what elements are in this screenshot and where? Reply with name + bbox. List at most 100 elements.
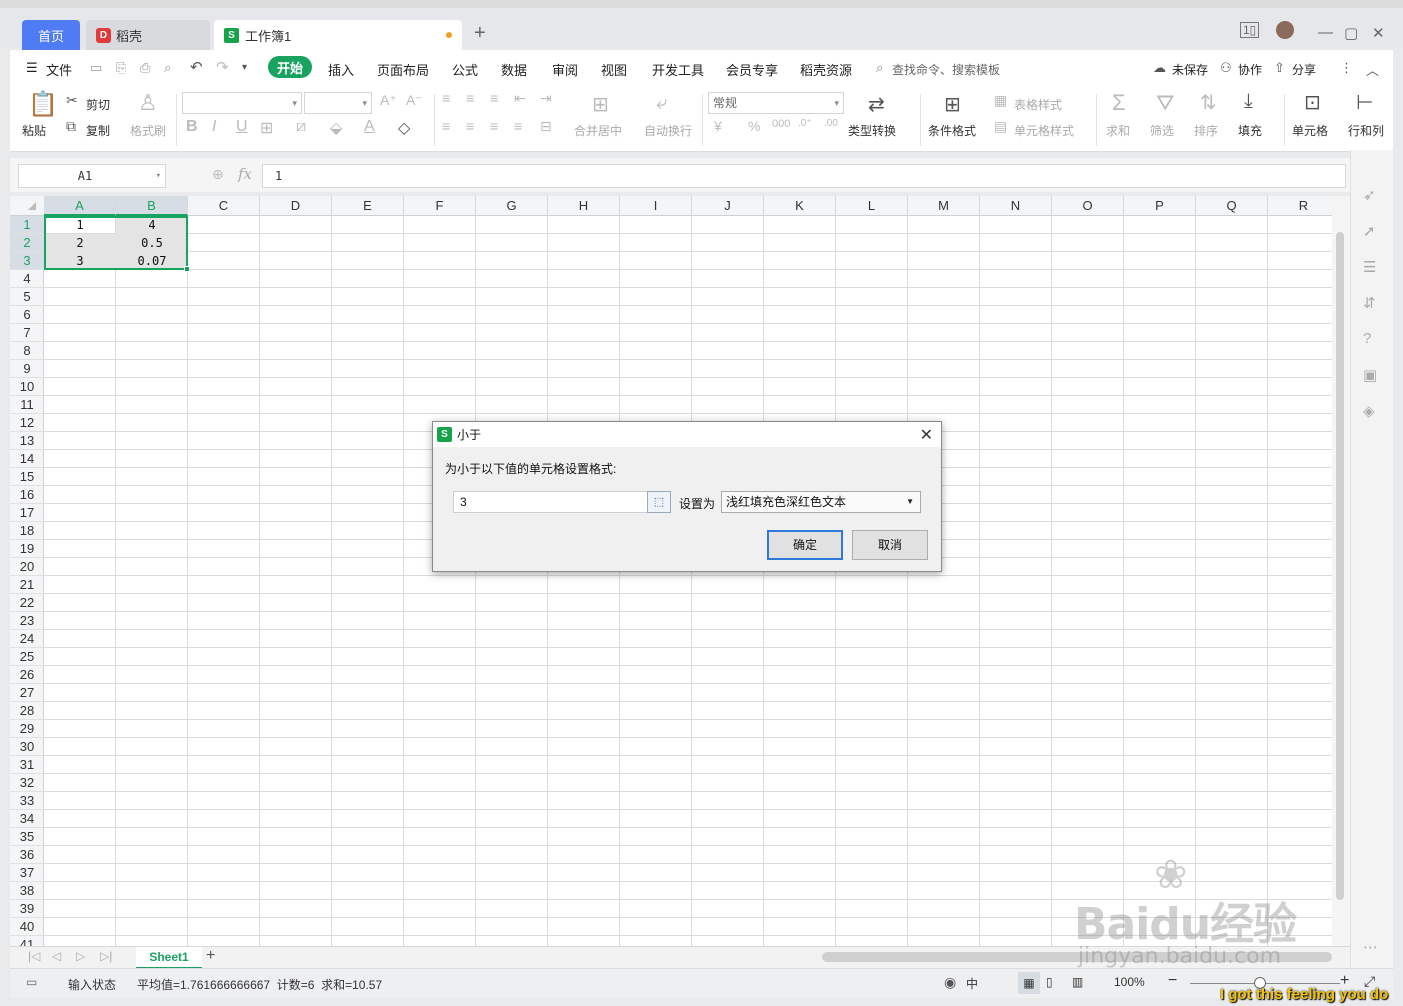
- help-icon[interactable]: ?: [1363, 330, 1371, 347]
- font-color-icon[interactable]: A: [364, 118, 375, 136]
- row-header[interactable]: 24: [10, 630, 44, 648]
- column-header[interactable]: H: [548, 196, 620, 216]
- indent-increase-icon[interactable]: ⇥: [540, 90, 552, 107]
- row-header[interactable]: 22: [10, 594, 44, 612]
- sum-button[interactable]: 求和: [1106, 122, 1130, 139]
- align-bottom-icon[interactable]: ≡: [490, 90, 498, 106]
- auto-wrap-button[interactable]: 自动换行: [644, 122, 692, 139]
- next-sheet-icon[interactable]: ▷: [76, 949, 85, 963]
- row-header[interactable]: 17: [10, 504, 44, 522]
- copy-button[interactable]: 复制: [86, 122, 110, 139]
- row-header[interactable]: 40: [10, 918, 44, 936]
- column-header[interactable]: O: [1052, 196, 1124, 216]
- menu-file[interactable]: 文件: [46, 60, 72, 79]
- new-tab-button[interactable]: +: [474, 22, 486, 45]
- select-all-corner[interactable]: [28, 202, 36, 210]
- row-header[interactable]: 11: [10, 396, 44, 414]
- row-header[interactable]: 8: [10, 342, 44, 360]
- range-picker-icon[interactable]: ⬚: [647, 491, 671, 513]
- underline-icon[interactable]: U: [236, 118, 248, 136]
- zoom-formula-icon[interactable]: ⊕: [212, 166, 224, 183]
- ime-indicator[interactable]: 中: [966, 975, 978, 992]
- menu-start[interactable]: 开始: [268, 56, 312, 78]
- row-header[interactable]: 23: [10, 612, 44, 630]
- thousands-icon[interactable]: 000: [772, 118, 790, 130]
- row-header[interactable]: 7: [10, 324, 44, 342]
- row-header[interactable]: 1: [10, 216, 44, 234]
- menu-daoke-resources[interactable]: 稻壳资源: [800, 60, 852, 79]
- bold-icon[interactable]: B: [186, 118, 198, 136]
- row-header[interactable]: 29: [10, 720, 44, 738]
- menu-data[interactable]: 数据: [501, 60, 527, 79]
- align-center-icon[interactable]: ≡: [466, 118, 474, 134]
- row-header[interactable]: 33: [10, 792, 44, 810]
- align-right-icon[interactable]: ≡: [490, 118, 498, 134]
- cell-a2[interactable]: 2: [44, 234, 116, 252]
- row-header[interactable]: 20: [10, 558, 44, 576]
- number-format-select[interactable]: 常规: [708, 92, 844, 114]
- rocket-icon[interactable]: ➶: [1363, 186, 1376, 204]
- quick-access-dropdown-icon[interactable]: ▾: [242, 62, 247, 73]
- cell-button[interactable]: 单元格: [1292, 122, 1328, 139]
- row-header[interactable]: 28: [10, 702, 44, 720]
- macro-record-icon[interactable]: ▭: [26, 975, 37, 989]
- command-search[interactable]: 查找命令、搜索模板: [892, 61, 1000, 78]
- percent-icon[interactable]: %: [748, 118, 760, 134]
- more-icon[interactable]: ⋮: [1340, 60, 1353, 76]
- paste-button[interactable]: 粘贴: [22, 122, 46, 139]
- paste-icon[interactable]: 📋: [28, 90, 58, 119]
- tab-home[interactable]: 首页: [22, 20, 80, 50]
- row-header[interactable]: 10: [10, 378, 44, 396]
- prev-sheet-icon[interactable]: ◁: [52, 949, 61, 963]
- increase-decimal-icon[interactable]: .0⁺: [798, 118, 812, 129]
- column-header[interactable]: L: [836, 196, 908, 216]
- column-header[interactable]: I: [620, 196, 692, 216]
- unsaved-status[interactable]: 未保存: [1172, 61, 1208, 78]
- menu-formula[interactable]: 公式: [452, 60, 478, 79]
- cancel-button[interactable]: 取消: [852, 530, 928, 560]
- row-header[interactable]: 3: [10, 252, 44, 270]
- column-header[interactable]: B: [116, 196, 188, 216]
- row-header[interactable]: 9: [10, 360, 44, 378]
- print-icon[interactable]: ⎙: [140, 60, 150, 76]
- cell-b3[interactable]: 0.07: [116, 252, 188, 270]
- type-convert-button[interactable]: 类型转换: [848, 122, 896, 139]
- row-header[interactable]: 38: [10, 882, 44, 900]
- maximize-icon[interactable]: ▢: [1344, 24, 1358, 42]
- undo-icon[interactable]: ↶: [190, 58, 203, 76]
- save-icon[interactable]: ▭: [90, 60, 102, 76]
- threshold-input[interactable]: 3: [453, 491, 671, 513]
- row-header[interactable]: 31: [10, 756, 44, 774]
- column-header[interactable]: A: [44, 196, 116, 216]
- row-col-button[interactable]: 行和列: [1348, 122, 1384, 139]
- column-header[interactable]: J: [692, 196, 764, 216]
- row-header[interactable]: 27: [10, 684, 44, 702]
- name-box[interactable]: A1: [18, 164, 166, 188]
- image-icon[interactable]: ▣: [1363, 366, 1377, 384]
- border-icon[interactable]: ⊞: [260, 118, 273, 138]
- row-header[interactable]: 5: [10, 288, 44, 306]
- collab-button[interactable]: 协作: [1238, 61, 1262, 78]
- row-header[interactable]: 21: [10, 576, 44, 594]
- row-header[interactable]: 18: [10, 522, 44, 540]
- tab-workbook[interactable]: S 工作簿1: [214, 20, 462, 50]
- format-painter-button[interactable]: 格式刷: [130, 122, 166, 139]
- more-dots-icon[interactable]: ⋯: [1363, 938, 1378, 956]
- preview-icon[interactable]: ⌕: [164, 60, 171, 76]
- window-layout-icon[interactable]: 1▯: [1240, 22, 1260, 38]
- menu-insert[interactable]: 插入: [328, 60, 354, 79]
- conditional-format-button[interactable]: 条件格式: [928, 122, 976, 139]
- menu-dev-tools[interactable]: 开发工具: [652, 60, 704, 79]
- currency-icon[interactable]: ¥: [714, 118, 722, 134]
- close-icon[interactable]: ✕: [920, 425, 933, 445]
- page-layout-view-icon[interactable]: ▯: [1046, 975, 1053, 989]
- row-header[interactable]: 13: [10, 432, 44, 450]
- font-size-select[interactable]: [304, 92, 372, 114]
- row-header[interactable]: 6: [10, 306, 44, 324]
- column-header[interactable]: G: [476, 196, 548, 216]
- share-button[interactable]: 分享: [1292, 61, 1316, 78]
- row-header[interactable]: 12: [10, 414, 44, 432]
- fill-handle[interactable]: [184, 266, 190, 272]
- clear-format-icon[interactable]: ◇: [398, 118, 410, 138]
- row-header[interactable]: 16: [10, 486, 44, 504]
